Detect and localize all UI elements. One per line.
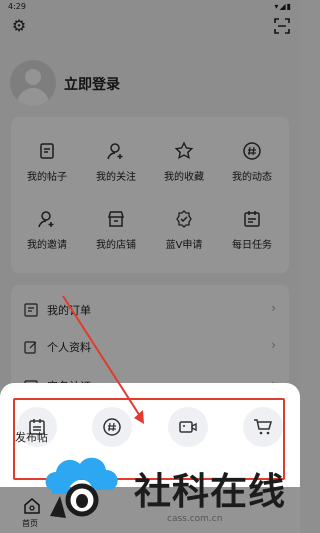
watermark-logo [45,457,118,518]
watermark-brand: 社科在线 [134,470,286,513]
watermark-url: cass.com.cn [167,514,223,524]
